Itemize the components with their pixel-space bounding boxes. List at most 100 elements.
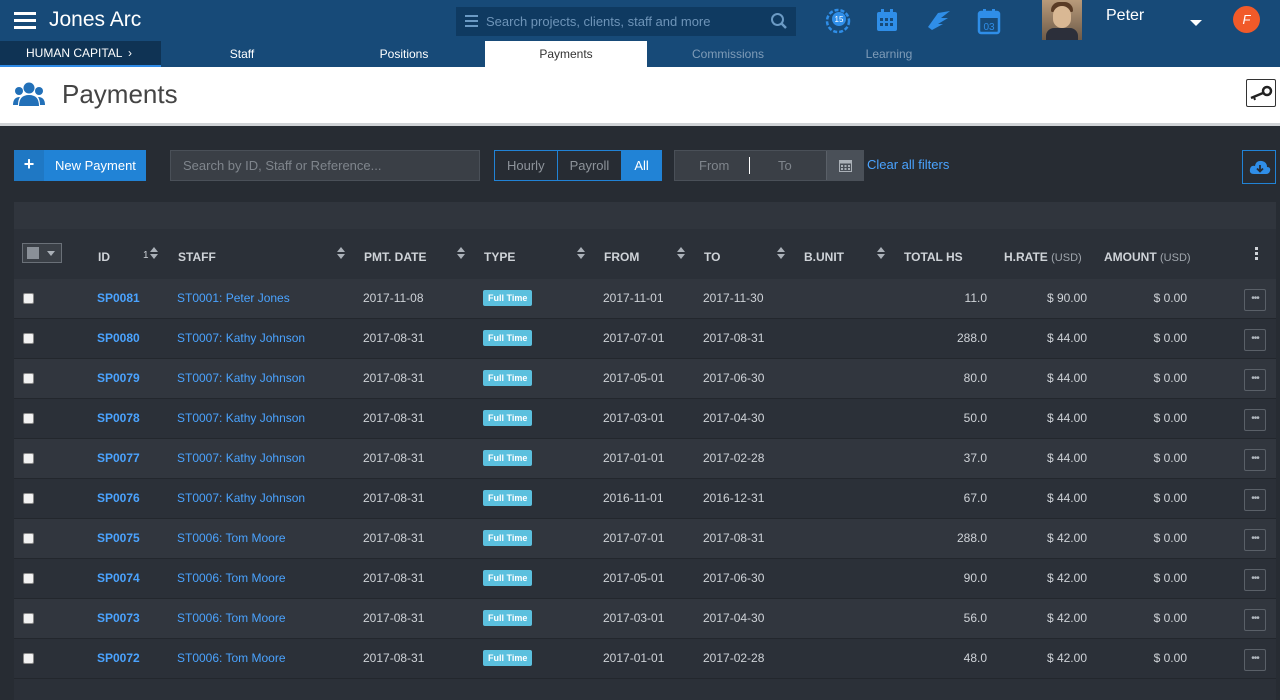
- download-button[interactable]: [1242, 150, 1276, 184]
- global-search[interactable]: Search projects, clients, staff and more: [456, 7, 796, 36]
- row-checkbox[interactable]: [23, 293, 34, 304]
- tab-learning[interactable]: Learning: [808, 41, 970, 67]
- col-type[interactable]: TYPE: [484, 250, 515, 264]
- payment-id-link[interactable]: SP0075: [97, 531, 140, 545]
- search-menu-icon[interactable]: [465, 15, 478, 30]
- staff-link[interactable]: ST0006: Tom Moore: [177, 531, 286, 545]
- row-actions-button[interactable]: •••: [1244, 289, 1266, 311]
- payment-search-input[interactable]: Search by ID, Staff or Reference...: [170, 150, 480, 181]
- staff-link[interactable]: ST0007: Kathy Johnson: [177, 491, 305, 505]
- date-picker-button[interactable]: [826, 151, 864, 180]
- table-row[interactable]: SP0081 ST0001: Peter Jones 2017-11-08 Full …: [14, 279, 1276, 319]
- staff-link[interactable]: ST0001: Peter Jones: [177, 291, 290, 305]
- staff-link[interactable]: ST0007: Kathy Johnson: [177, 451, 305, 465]
- row-actions-button[interactable]: •••: [1244, 329, 1266, 351]
- payment-id-link[interactable]: SP0077: [97, 451, 140, 465]
- key-button[interactable]: [1246, 79, 1276, 107]
- row-actions-button[interactable]: •••: [1244, 369, 1266, 391]
- col-id[interactable]: ID: [98, 250, 110, 264]
- row-checkbox[interactable]: [23, 653, 34, 664]
- filter-payroll[interactable]: Payroll: [558, 151, 623, 180]
- table-row[interactable]: SP0074 ST0006: Tom Moore 2017-08-31 Full Ti…: [14, 559, 1276, 599]
- clear-filters-link[interactable]: Clear all filters: [867, 157, 949, 172]
- tab-positions[interactable]: Positions: [323, 41, 485, 67]
- row-actions-button[interactable]: •••: [1244, 489, 1266, 511]
- table-row[interactable]: SP0075 ST0006: Tom Moore 2017-08-31 Full Ti…: [14, 519, 1276, 559]
- tab-commissions[interactable]: Commissions: [647, 41, 809, 67]
- row-checkbox[interactable]: [23, 333, 34, 344]
- date-to-input[interactable]: To: [778, 158, 792, 173]
- sort-pmt-date-icon[interactable]: [457, 247, 465, 259]
- sort-to-icon[interactable]: [777, 247, 785, 259]
- sort-id-icon[interactable]: [150, 247, 158, 259]
- staff-link[interactable]: ST0007: Kathy Johnson: [177, 371, 305, 385]
- sort-staff-icon[interactable]: [337, 247, 345, 259]
- table-row[interactable]: SP0072 ST0006: Tom Moore 2017-08-31 Full Ti…: [14, 639, 1276, 679]
- row-checkbox[interactable]: [23, 373, 34, 384]
- payment-id-link[interactable]: SP0081: [97, 291, 140, 305]
- history-icon[interactable]: 15: [822, 7, 852, 35]
- app-title[interactable]: Jones Arc: [49, 8, 141, 32]
- col-hrate[interactable]: H.RATE (USD): [1004, 250, 1082, 264]
- row-actions-button[interactable]: •••: [1244, 609, 1266, 631]
- table-row[interactable]: SP0080 ST0007: Kathy Johnson 2017-08-31 Ful…: [14, 319, 1276, 359]
- col-staff[interactable]: STAFF: [178, 250, 216, 264]
- avatar[interactable]: [1042, 0, 1082, 40]
- date-from-input[interactable]: From: [699, 158, 729, 173]
- col-pmt-date[interactable]: PMT. DATE: [364, 250, 426, 264]
- filter-hourly[interactable]: Hourly: [495, 151, 558, 180]
- menu-icon[interactable]: [14, 12, 36, 29]
- col-amount[interactable]: AMOUNT (USD): [1104, 250, 1191, 264]
- col-total-hs[interactable]: TOTAL HS: [904, 250, 963, 264]
- wing-icon[interactable]: [926, 7, 952, 33]
- row-checkbox[interactable]: [23, 413, 34, 424]
- row-checkbox[interactable]: [23, 533, 34, 544]
- tab-payments[interactable]: Payments: [485, 41, 647, 67]
- staff-link[interactable]: ST0006: Tom Moore: [177, 571, 286, 585]
- col-to[interactable]: TO: [704, 250, 720, 264]
- table-row[interactable]: SP0073 ST0006: Tom Moore 2017-08-31 Full Ti…: [14, 599, 1276, 639]
- staff-link[interactable]: ST0006: Tom Moore: [177, 651, 286, 665]
- column-menu-icon[interactable]: [1255, 247, 1259, 262]
- payment-id-link[interactable]: SP0076: [97, 491, 140, 505]
- tab-staff[interactable]: Staff: [161, 41, 323, 67]
- staff-link[interactable]: ST0007: Kathy Johnson: [177, 411, 305, 425]
- payment-id-link[interactable]: SP0074: [97, 571, 140, 585]
- row-actions-button[interactable]: •••: [1244, 569, 1266, 591]
- row-actions-button[interactable]: •••: [1244, 449, 1266, 471]
- payment-id-link[interactable]: SP0073: [97, 611, 140, 625]
- search-icon[interactable]: [770, 12, 788, 30]
- table-row[interactable]: SP0078 ST0007: Kathy Johnson 2017-08-31 Ful…: [14, 399, 1276, 439]
- new-payment-button[interactable]: + New Payment: [14, 150, 146, 181]
- sort-bunit-icon[interactable]: [877, 247, 885, 259]
- payment-id-link[interactable]: SP0072: [97, 651, 140, 665]
- payment-id-link[interactable]: SP0078: [97, 411, 140, 425]
- col-from[interactable]: FROM: [604, 250, 639, 264]
- row-checkbox[interactable]: [23, 493, 34, 504]
- table-row[interactable]: SP0079 ST0007: Kathy Johnson 2017-08-31 Ful…: [14, 359, 1276, 399]
- payment-id-link[interactable]: SP0079: [97, 371, 140, 385]
- row-checkbox[interactable]: [23, 453, 34, 464]
- calendar-icon[interactable]: [875, 7, 899, 33]
- table-row[interactable]: SP0077 ST0007: Kathy Johnson 2017-08-31 Ful…: [14, 439, 1276, 479]
- row-actions-button[interactable]: •••: [1244, 649, 1266, 671]
- filter-all[interactable]: All: [622, 151, 661, 180]
- search-input[interactable]: Search projects, clients, staff and more: [486, 14, 710, 29]
- staff-link[interactable]: ST0006: Tom Moore: [177, 611, 286, 625]
- row-checkbox[interactable]: [23, 573, 34, 584]
- staff-link[interactable]: ST0007: Kathy Johnson: [177, 331, 305, 345]
- payment-id-link[interactable]: SP0080: [97, 331, 140, 345]
- row-actions-button[interactable]: •••: [1244, 409, 1266, 431]
- col-bunit[interactable]: B.UNIT: [804, 250, 844, 264]
- section-label[interactable]: HUMAN CAPITAL ›: [0, 41, 161, 67]
- sort-type-icon[interactable]: [577, 247, 585, 259]
- sort-from-icon[interactable]: [677, 247, 685, 259]
- caret-down-icon[interactable]: [47, 251, 55, 256]
- table-row[interactable]: SP0076 ST0007: Kathy Johnson 2017-08-31 Ful…: [14, 479, 1276, 519]
- chevron-down-icon[interactable]: [1190, 20, 1202, 26]
- notification-icon[interactable]: F: [1233, 6, 1260, 33]
- user-name[interactable]: Peter: [1106, 7, 1144, 25]
- row-checkbox[interactable]: [23, 613, 34, 624]
- select-all-checkbox[interactable]: [22, 243, 62, 263]
- row-actions-button[interactable]: •••: [1244, 529, 1266, 551]
